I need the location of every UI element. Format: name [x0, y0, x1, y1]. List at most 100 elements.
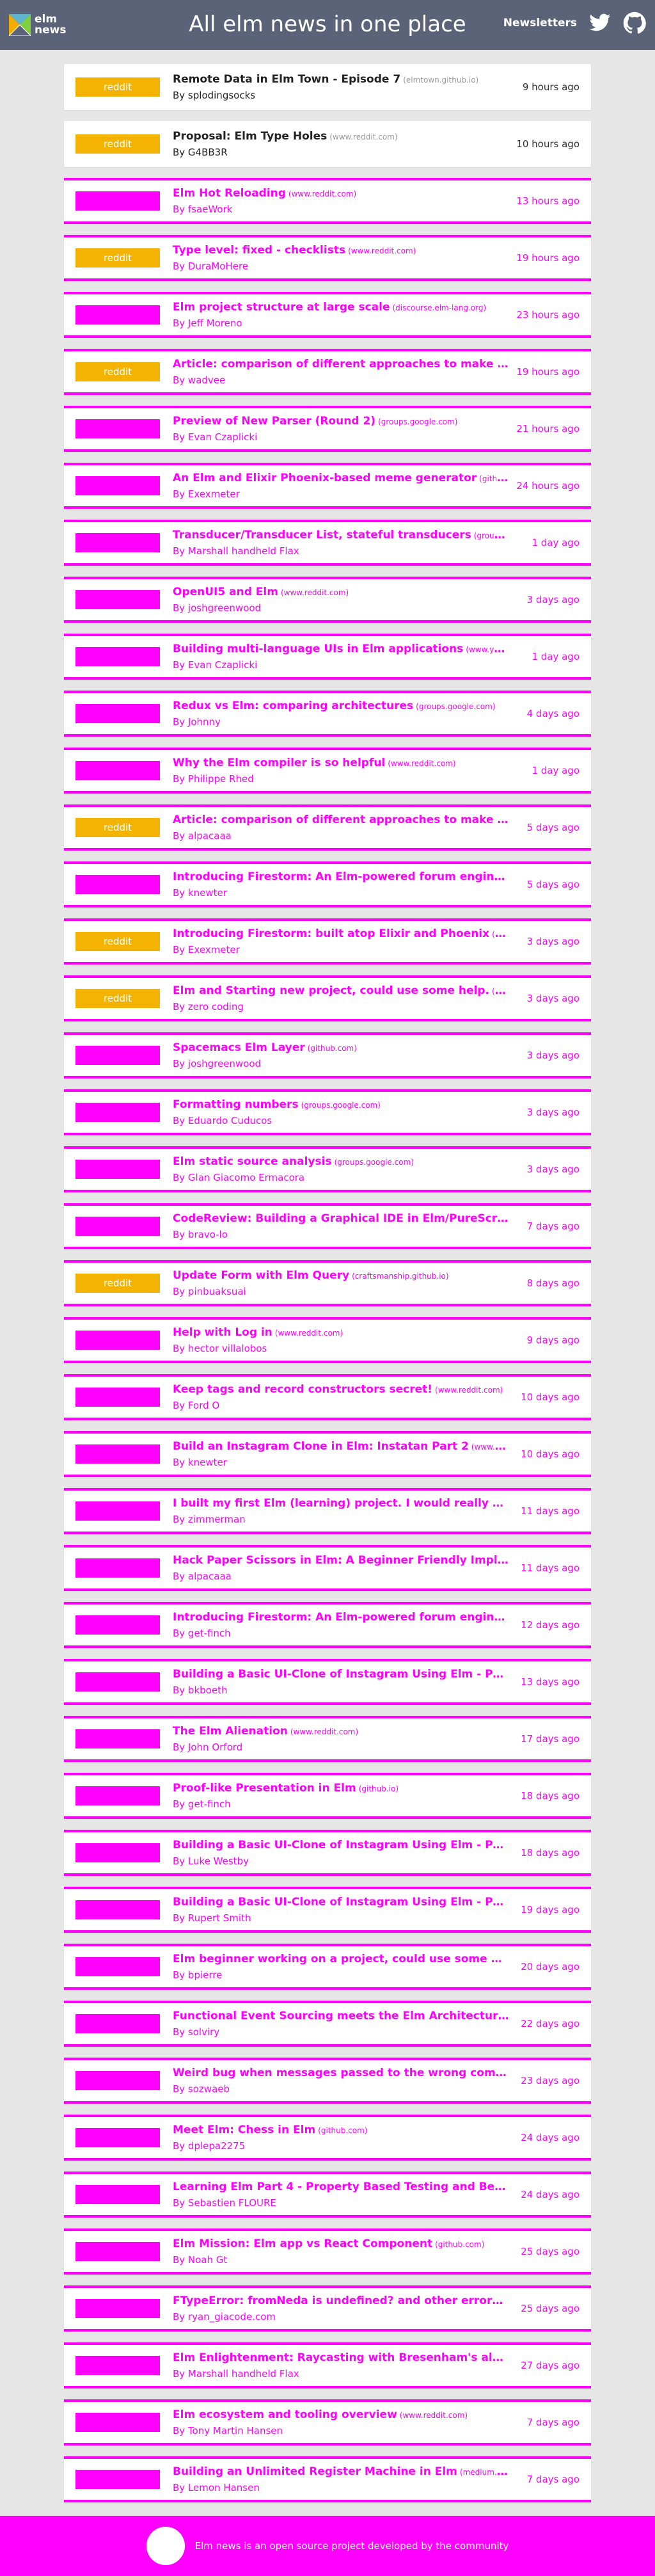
news-item[interactable]: reddit Article: comparison of different a…	[64, 804, 591, 851]
news-item-title[interactable]: Transducer/Transducer List, stateful tra…	[173, 529, 471, 541]
source-badge[interactable]	[75, 647, 160, 666]
news-item-title-link[interactable]: Update Form with Elm Query (craftsmanship…	[173, 1269, 509, 1282]
news-item-title-link[interactable]: Introducing Firestorm: An Elm-powered fo…	[173, 1611, 509, 1624]
news-item[interactable]: Weird bug when messages passed to the wr…	[64, 2058, 591, 2104]
source-badge[interactable]: reddit	[75, 818, 160, 837]
news-item-title-link[interactable]: Meet Elm: Chess in Elm (github.com)	[173, 2124, 509, 2136]
news-item-title[interactable]: Learning Elm Part 4 - Property Based Tes…	[173, 2180, 509, 2193]
newsletters-link[interactable]: Newsletters	[503, 17, 577, 29]
news-item-title[interactable]: Building multi-language UIs in Elm appli…	[173, 643, 463, 655]
news-item-title[interactable]: Elm Hot Reloading	[173, 187, 286, 200]
news-item[interactable]: reddit Proposal: Elm Type Holes (www.reddi…	[64, 121, 591, 167]
news-item-title[interactable]: Article: comparison of different approac…	[173, 358, 509, 371]
source-badge[interactable]: reddit	[75, 989, 160, 1008]
news-item-title[interactable]: Introducing Firestorm: An Elm-powered fo…	[173, 1611, 505, 1624]
news-item-title[interactable]: Elm project structure at large scale	[173, 301, 390, 314]
news-item-title-link[interactable]: An Elm and Elixir Phoenix-based meme gen…	[173, 472, 509, 484]
news-item-title-link[interactable]: Elm Hot Reloading (www.reddit.com)	[173, 187, 509, 200]
news-item[interactable]: Elm beginner working on a project, could…	[64, 1944, 591, 1990]
news-item-title-link[interactable]: Type level: fixed - checklists (www.reddi…	[173, 244, 509, 257]
news-item-title-link[interactable]: Introducing Firestorm: built atop Elixir…	[173, 927, 509, 940]
news-item-title[interactable]: Elm static source analysis	[173, 1155, 332, 1168]
news-item-title[interactable]: Article: comparison of different approac…	[173, 813, 509, 826]
news-item[interactable]: Redux vs Elm: comparing architectures (gr…	[64, 691, 591, 737]
news-item-title-link[interactable]: Article: comparison of different approac…	[173, 813, 509, 826]
news-item-title-link[interactable]: Building an Unlimited Register Machine i…	[173, 2465, 509, 2478]
news-item-title-link[interactable]: Elm and Starting new project, could use …	[173, 984, 509, 997]
news-item-title-link[interactable]: Elm static source analysis (groups.google…	[173, 1155, 509, 1168]
news-item[interactable]: Elm Enlightenment: Raycasting with Brese…	[64, 2342, 591, 2388]
news-item[interactable]: Hack Paper Scissors in Elm: A Beginner F…	[64, 1545, 591, 1591]
news-item-title[interactable]: Update Form with Elm Query	[173, 1269, 349, 1282]
news-item-title-link[interactable]: Transducer/Transducer List, stateful tra…	[173, 529, 509, 541]
news-item-title[interactable]: Type level: fixed - checklists	[173, 244, 345, 257]
news-item-title[interactable]: Elm Mission: Elm app vs React Component	[173, 2237, 432, 2250]
source-badge[interactable]: reddit	[75, 1274, 160, 1293]
news-item-title[interactable]: An Elm and Elixir Phoenix-based meme gen…	[173, 472, 477, 484]
news-item-title-link[interactable]: Keep tags and record constructors secret…	[173, 1383, 509, 1396]
news-item-title-link[interactable]: Redux vs Elm: comparing architectures (gr…	[173, 700, 509, 712]
news-item-title-link[interactable]: I built my first Elm (learning) project.…	[173, 1497, 509, 1510]
news-item[interactable]: Preview of New Parser (Round 2) (groups.g…	[64, 406, 591, 452]
news-item-title[interactable]: Building a Basic UI-Clone of Instagram U…	[173, 1896, 509, 1908]
news-item[interactable]: OpenUI5 and Elm (www.reddit.com) By joshgr…	[64, 577, 591, 623]
news-item-title[interactable]: Formatting numbers	[173, 1098, 299, 1111]
news-item[interactable]: Keep tags and record constructors secret…	[64, 1374, 591, 1420]
news-item-title-link[interactable]: Elm beginner working on a project, could…	[173, 1953, 509, 1965]
source-badge[interactable]	[75, 191, 160, 211]
source-badge[interactable]	[75, 1900, 160, 1919]
news-item[interactable]: Learning Elm Part 4 - Property Based Tes…	[64, 2172, 591, 2218]
source-badge[interactable]	[75, 1786, 160, 1805]
news-item[interactable]: Introducing Firestorm: An Elm-powered fo…	[64, 861, 591, 908]
source-badge[interactable]	[75, 2071, 160, 2090]
source-badge[interactable]: reddit	[75, 248, 160, 268]
news-item-title-link[interactable]: Formatting numbers (groups.google.com)	[173, 1098, 509, 1111]
source-badge[interactable]	[75, 2299, 160, 2318]
source-badge[interactable]	[75, 2185, 160, 2204]
news-item[interactable]: Elm project structure at large scale (dis…	[64, 292, 591, 338]
news-item-title[interactable]: Redux vs Elm: comparing architectures	[173, 700, 413, 712]
source-badge[interactable]	[75, 1957, 160, 1976]
news-item-title-link[interactable]: CodeReview: Building a Graphical IDE in …	[173, 1212, 509, 1225]
source-badge[interactable]: reddit	[75, 362, 160, 381]
news-item-title[interactable]: Introducing Firestorm: An Elm-powered fo…	[173, 870, 505, 883]
news-item[interactable]: Proof-like Presentation in Elm (github.io…	[64, 1773, 591, 1819]
news-item[interactable]: The Elm Alienation (www.reddit.com) By Joh…	[64, 1716, 591, 1762]
source-badge[interactable]	[75, 1331, 160, 1350]
news-item[interactable]: Spacemacs Elm Layer (github.com) By joshgr…	[64, 1032, 591, 1078]
news-item-title-link[interactable]: Help with Log in (www.reddit.com)	[173, 1326, 509, 1339]
news-item[interactable]: CodeReview: Building a Graphical IDE in …	[64, 1203, 591, 1249]
news-item-title-link[interactable]: Spacemacs Elm Layer (github.com)	[173, 1041, 509, 1054]
source-badge[interactable]	[75, 476, 160, 495]
news-item[interactable]: Meet Elm: Chess in Elm (github.com) By dpl…	[64, 2115, 591, 2161]
news-item-title-link[interactable]: Elm project structure at large scale (dis…	[173, 301, 509, 314]
news-item-title[interactable]: Building a Basic UI-Clone of Instagram U…	[173, 1668, 509, 1681]
news-item-title-link[interactable]: Article: comparison of different approac…	[173, 358, 509, 371]
news-item-title-link[interactable]: Preview of New Parser (Round 2) (groups.g…	[173, 415, 509, 428]
news-item[interactable]: Build an Instagram Clone in Elm: Instata…	[64, 1431, 591, 1477]
news-item[interactable]: Building a Basic UI-Clone of Instagram U…	[64, 1887, 591, 1933]
source-badge[interactable]	[75, 875, 160, 894]
source-badge[interactable]: reddit	[75, 77, 160, 97]
news-item-title-link[interactable]: Building multi-language UIs in Elm appli…	[173, 643, 509, 655]
news-item[interactable]: reddit Elm and Starting new project, coul…	[64, 975, 591, 1021]
source-badge[interactable]	[75, 1615, 160, 1635]
news-item-title[interactable]: Building a Basic UI-Clone of Instagram U…	[173, 1839, 509, 1852]
news-item[interactable]: Introducing Firestorm: An Elm-powered fo…	[64, 1602, 591, 1648]
source-badge[interactable]	[75, 761, 160, 780]
news-item-title-link[interactable]: Remote Data in Elm Town - Episode 7 (elmt…	[173, 73, 509, 86]
news-item[interactable]: FTypeError: fromNeda is undefined? and o…	[64, 2285, 591, 2332]
news-item-title-link[interactable]: FTypeError: fromNeda is undefined? and o…	[173, 2294, 509, 2307]
source-badge[interactable]	[75, 1558, 160, 1578]
twitter-icon[interactable]	[588, 12, 612, 35]
source-badge[interactable]	[75, 1103, 160, 1122]
source-badge[interactable]	[75, 1501, 160, 1521]
news-item-title[interactable]: Functional Event Sourcing meets the Elm …	[173, 2010, 509, 2022]
news-item-title-link[interactable]: Hack Paper Scissors in Elm: A Beginner F…	[173, 1554, 509, 1567]
news-item-title-link[interactable]: Building a Basic UI-Clone of Instagram U…	[173, 1839, 509, 1852]
news-item-title-link[interactable]: Building a Basic UI-Clone of Instagram U…	[173, 1896, 509, 1908]
source-badge[interactable]	[75, 1672, 160, 1692]
news-item-title[interactable]: Elm and Starting new project, could use …	[173, 984, 489, 997]
news-item-title[interactable]: Weird bug when messages passed to the wr…	[173, 2067, 509, 2079]
source-badge[interactable]	[75, 533, 160, 552]
